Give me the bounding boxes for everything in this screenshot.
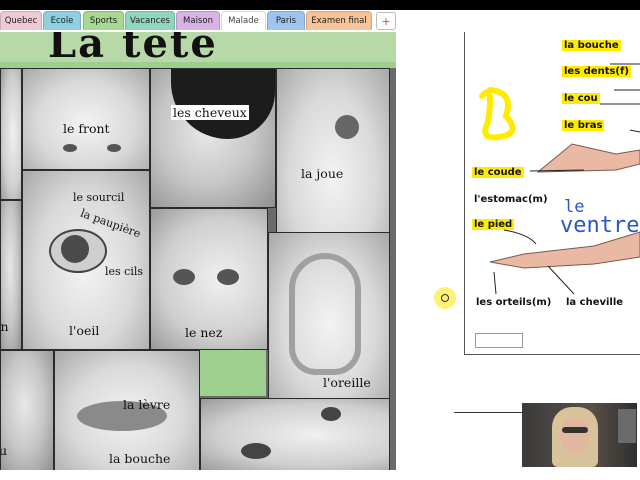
tab-quebec[interactable]: Quebec: [0, 11, 42, 30]
label-sourcil: le sourcil: [73, 191, 125, 204]
tab-label: Quebec: [4, 16, 38, 26]
tab-label: Vacances: [130, 16, 170, 26]
photo-eyes-bottom: [200, 398, 390, 470]
poster-gap: [200, 350, 266, 396]
ear-shape: [289, 253, 361, 375]
eye-shape: [63, 144, 77, 152]
label-oreille: l'oreille: [323, 375, 371, 390]
tab-examen-final[interactable]: Examen final: [306, 11, 372, 30]
photo-lips: la lèvre la bouche: [54, 350, 200, 470]
label-cils: les cils: [105, 265, 144, 278]
tab-label: Paris: [275, 16, 297, 26]
pen-cursor-icon: [441, 294, 449, 302]
label-front: le front: [63, 121, 110, 136]
photo-chin-edge: on: [0, 200, 22, 350]
photo-ear: l'oreille: [268, 232, 390, 400]
photo-face-edge: [0, 68, 22, 200]
eye-shape: [321, 407, 341, 421]
label-nez: le nez: [185, 325, 223, 340]
nostril-shape: [173, 269, 195, 285]
tab-label: Examen final: [311, 16, 367, 26]
head-vocabulary-poster: La tête le front les cheveux la joue on …: [0, 32, 396, 470]
label-levre: la lèvre: [123, 397, 171, 412]
webcam-video-thumbnail[interactable]: [522, 403, 637, 467]
hair-shape: [171, 69, 275, 139]
tab-label: Ecole: [50, 16, 74, 26]
label-cheveux: les cheveux: [171, 105, 249, 120]
arm-drawing: [536, 143, 640, 173]
background-frame-shape: [618, 409, 636, 443]
tab-vacances[interactable]: Vacances: [125, 11, 175, 30]
handwritten-ventre: ventre: [560, 213, 640, 238]
photo-nose: le nez: [150, 208, 268, 350]
photo-neck-edge: u: [0, 350, 54, 470]
label-cou-partial: u: [1, 443, 7, 458]
ink-line: [454, 412, 524, 413]
tab-paris[interactable]: Paris: [267, 11, 305, 30]
photo-hair: les cheveux: [150, 68, 276, 208]
eye-shape: [335, 115, 359, 139]
eye-shape: [107, 144, 121, 152]
worksheet-drawings: [479, 63, 640, 295]
leader-lines: [600, 63, 640, 133]
iris-shape: [61, 235, 89, 263]
screen-top-bar: [0, 0, 640, 10]
photo-forehead: le front: [22, 68, 150, 170]
tab-sports[interactable]: Sports: [83, 11, 124, 30]
nostril-shape: [217, 269, 239, 285]
glasses-shape: [562, 427, 588, 433]
tab-maison[interactable]: Maison: [176, 11, 220, 30]
presenter-face-shape: [560, 417, 590, 453]
tab-label: Maison: [183, 16, 213, 26]
photo-eye: le sourcil la paupière les cils l'oeil: [22, 170, 150, 350]
add-tab-button[interactable]: +: [376, 12, 396, 30]
label-menton-partial: on: [0, 319, 9, 334]
tab-label: Sports: [89, 16, 118, 26]
label-joue: la joue: [301, 166, 344, 181]
eye-shape: [241, 443, 271, 459]
highlighter-scribble: [479, 87, 516, 141]
tab-malade[interactable]: Malade: [221, 11, 266, 30]
tab-ecole[interactable]: Ecole: [43, 11, 81, 30]
label-oeil: l'oeil: [69, 323, 100, 338]
label-bouche: la bouche: [109, 451, 171, 466]
tab-label: Malade: [228, 16, 259, 26]
